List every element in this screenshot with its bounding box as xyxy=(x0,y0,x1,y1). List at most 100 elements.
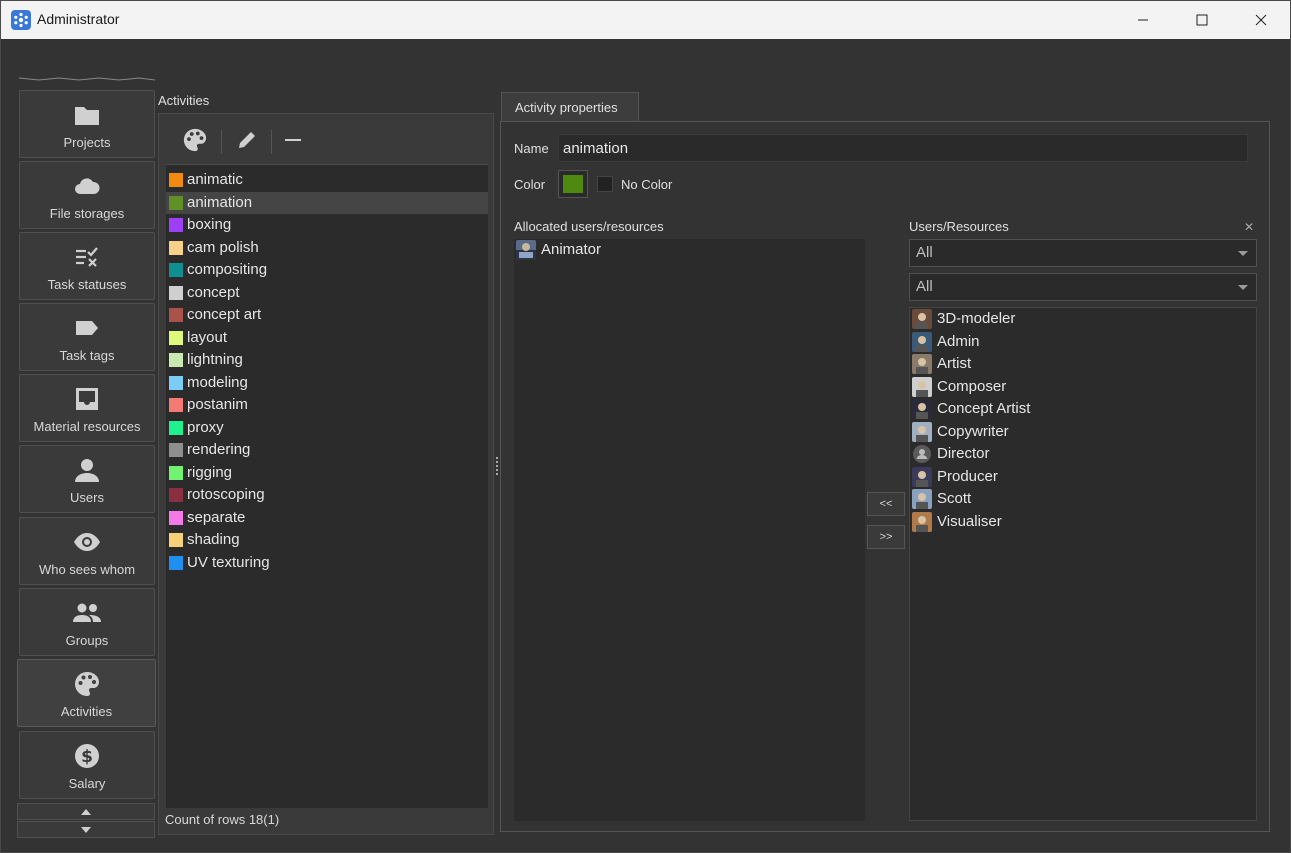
activity-name: rigging xyxy=(187,463,233,481)
resources-list[interactable]: 3D-modeler Admin Artist Composer Concept Art… xyxy=(909,307,1257,821)
set-color-button[interactable] xyxy=(177,124,213,156)
color-picker-button[interactable] xyxy=(558,170,588,198)
list-item[interactable]: lightning xyxy=(166,349,488,371)
user-name: 3D-modeler xyxy=(937,310,1016,327)
checklist-icon xyxy=(20,243,154,271)
sidebar-item-task-tags[interactable]: Task tags xyxy=(19,303,155,371)
activity-name: postanim xyxy=(187,396,248,413)
list-item[interactable]: concept art xyxy=(166,304,488,326)
user-name: Visualiser xyxy=(937,512,1002,530)
avatar xyxy=(912,331,932,352)
toolbar-separator xyxy=(221,130,222,154)
sidebar-scroll-down-button[interactable] xyxy=(17,821,155,838)
minimize-button[interactable] xyxy=(1114,1,1172,39)
color-swatch xyxy=(169,353,183,367)
sidebar-item-label: File storages xyxy=(49,206,125,221)
sidebar-item-material-resources[interactable]: Material resources xyxy=(19,374,155,442)
filter-select-1[interactable]: All xyxy=(909,239,1257,267)
filter-select-2[interactable]: All xyxy=(909,273,1257,301)
list-item[interactable]: postanim xyxy=(166,394,488,416)
clear-filter-button[interactable]: ✕ xyxy=(1244,220,1254,234)
list-item[interactable]: modeling xyxy=(166,372,488,394)
color-swatch xyxy=(563,175,583,193)
app-window: Administrator Projects File storages Tas… xyxy=(0,0,1291,853)
activity-name: boxing xyxy=(187,216,232,233)
person-icon xyxy=(20,456,154,484)
no-color-label: No Color xyxy=(621,177,673,192)
color-label: Color xyxy=(514,177,546,192)
avatar xyxy=(516,240,536,260)
list-item[interactable]: compositing xyxy=(166,259,488,281)
avatar xyxy=(912,466,932,487)
avatar xyxy=(912,421,932,442)
select-value: All xyxy=(916,244,933,261)
list-item[interactable]: layout xyxy=(166,327,488,349)
color-swatch xyxy=(169,173,183,187)
sidebar-item-task-statuses[interactable]: Task statuses xyxy=(19,232,155,300)
list-item[interactable]: concept xyxy=(166,282,488,304)
list-item[interactable]: animation xyxy=(166,191,488,214)
allocated-list[interactable]: Animator xyxy=(514,239,865,821)
list-item[interactable]: separate xyxy=(166,507,488,529)
window-title: Administrator xyxy=(37,11,120,27)
avatar xyxy=(912,489,932,509)
move-left-button[interactable]: << xyxy=(867,492,905,516)
remove-button[interactable] xyxy=(275,124,311,156)
user-name: Artist xyxy=(937,355,972,372)
sidebar-item-activities[interactable]: Activities xyxy=(17,659,156,727)
color-swatch xyxy=(169,488,183,502)
avatar xyxy=(912,399,932,419)
avatar xyxy=(912,309,932,329)
name-input[interactable]: animation xyxy=(558,134,1248,162)
sidebar-item-file-storages[interactable]: File storages xyxy=(19,161,155,229)
activities-list[interactable]: animatic animation boxing cam polish composi… xyxy=(166,164,488,808)
color-swatch xyxy=(169,218,183,232)
user-name: Animator xyxy=(541,241,602,258)
sidebar-item-who-sees-whom[interactable]: Who sees whom xyxy=(19,517,155,585)
dollar-icon: $ xyxy=(20,742,154,770)
no-color-checkbox[interactable] xyxy=(597,176,613,192)
list-item[interactable]: rotoscoping xyxy=(166,484,488,506)
list-item[interactable]: rendering xyxy=(166,439,488,461)
list-item[interactable]: rigging xyxy=(166,462,488,484)
activity-name: layout xyxy=(187,328,228,346)
sidebar-item-salary[interactable]: $ Salary xyxy=(19,731,155,799)
resources-label: Users/Resources xyxy=(909,219,1009,234)
list-item[interactable]: UV texturing xyxy=(166,552,488,574)
activity-properties-panel: Name animation Color No Color Allocated … xyxy=(500,121,1270,832)
sidebar-item-groups[interactable]: Groups xyxy=(19,588,155,656)
inbox-icon xyxy=(20,385,154,413)
maximize-button[interactable] xyxy=(1173,1,1231,39)
activity-name: modeling xyxy=(187,373,248,391)
tab-activity-properties[interactable]: Activity properties xyxy=(501,92,639,122)
list-item[interactable]: animatic xyxy=(166,169,488,191)
folder-icon xyxy=(20,101,154,129)
sidebar-item-projects[interactable]: Projects xyxy=(19,90,155,158)
sidebar-scroll-up-button[interactable] xyxy=(17,803,155,820)
user-name: Admin xyxy=(937,332,980,350)
tag-icon xyxy=(20,314,154,342)
color-swatch xyxy=(169,533,183,547)
avatar xyxy=(912,511,932,532)
sidebar-item-label: Activities xyxy=(60,704,113,719)
color-swatch xyxy=(169,398,183,412)
app-logo-icon xyxy=(11,10,31,30)
color-swatch xyxy=(169,375,183,390)
sidebar-item-label: Users xyxy=(70,490,104,505)
panel-splitter[interactable] xyxy=(495,455,499,479)
sidebar-item-users[interactable]: Users xyxy=(19,445,155,513)
color-swatch xyxy=(169,555,183,570)
palette-icon xyxy=(18,670,155,698)
move-right-button[interactable]: >> xyxy=(867,525,905,549)
activity-name: concept art xyxy=(187,306,262,323)
list-item[interactable]: proxy xyxy=(166,417,488,439)
list-item[interactable]: shading xyxy=(166,529,488,551)
close-window-button[interactable] xyxy=(1232,1,1290,39)
chevron-down-icon xyxy=(1238,251,1248,256)
color-swatch xyxy=(169,285,183,300)
activity-name: separate xyxy=(187,508,246,526)
list-item[interactable]: cam polish xyxy=(166,237,488,259)
list-item[interactable]: boxing xyxy=(166,214,488,236)
minimize-icon xyxy=(1138,19,1148,21)
edit-button[interactable] xyxy=(229,124,265,156)
